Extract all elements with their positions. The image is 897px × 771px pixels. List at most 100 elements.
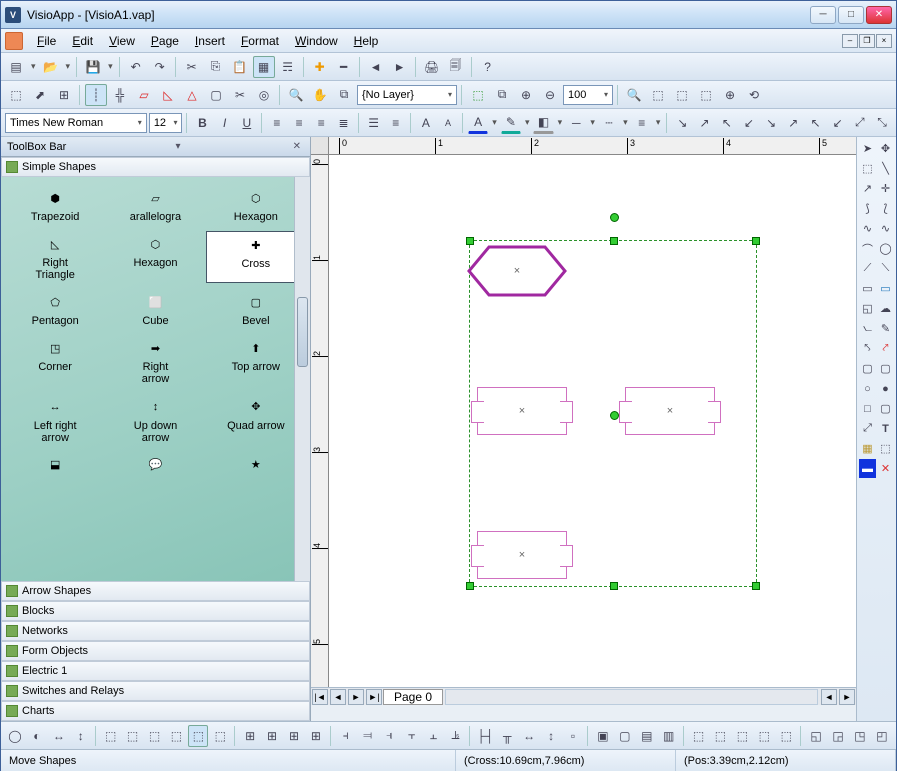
category-6[interactable]: Charts	[1, 701, 310, 721]
zoom-sel1[interactable]: ⬚	[647, 84, 669, 106]
bt1[interactable]: ◯	[5, 725, 25, 747]
fill-dropdown[interactable]: ▾	[556, 117, 565, 128]
rt-pointer[interactable]: ➤	[859, 139, 876, 158]
font-combo[interactable]: Times New Roman▾	[5, 113, 147, 133]
bt14[interactable]: ⊞	[306, 725, 326, 747]
undo-button[interactable]: ↶	[125, 56, 147, 78]
align-right[interactable]: ≡	[311, 112, 331, 134]
bwd[interactable]: ▥	[659, 725, 679, 747]
bt3[interactable]: ↔	[49, 725, 69, 747]
toolbox-close[interactable]: ✕	[290, 141, 304, 152]
bt12[interactable]: ⊞	[262, 725, 282, 747]
menu-insert[interactable]: Insert	[187, 32, 233, 50]
conn3[interactable]: ↖	[717, 112, 737, 134]
front[interactable]: ▣	[593, 725, 613, 747]
copy-button[interactable]: ⎘	[205, 56, 227, 78]
align-t[interactable]: ⫟	[402, 725, 422, 747]
category-5[interactable]: Switches and Relays	[1, 681, 310, 701]
crop-tool[interactable]: ✂	[229, 84, 251, 106]
shape-item-5[interactable]: ✚Cross	[206, 231, 306, 283]
rt-plus[interactable]: ✛	[877, 179, 894, 198]
bold-button[interactable]: B	[192, 112, 212, 134]
rt-image[interactable]: ▦	[859, 439, 876, 458]
toolbox-menu[interactable]: ▾	[172, 141, 183, 152]
rt-arrow[interactable]: ↗	[859, 179, 876, 198]
shape-process-3[interactable]: ×	[477, 531, 567, 579]
shape-item-1[interactable]: ▱arallelogra	[105, 185, 205, 225]
rt-curve2[interactable]: ⟅	[877, 199, 894, 218]
canvas-hscroll[interactable]	[445, 689, 818, 705]
align-m[interactable]: ⫠	[424, 725, 444, 747]
bt11[interactable]: ⊞	[240, 725, 260, 747]
sz3[interactable]: ◳	[850, 725, 870, 747]
zoom-sel2[interactable]: ⬚	[671, 84, 693, 106]
handle-ne[interactable]	[752, 237, 760, 245]
pointer-tool[interactable]: ⬈	[29, 84, 51, 106]
add-button[interactable]: ✚	[309, 56, 331, 78]
list-button[interactable]: ☰	[363, 112, 383, 134]
rotate-handle[interactable]	[610, 213, 619, 222]
mdi-minimize-button[interactable]: –	[842, 34, 858, 48]
rt-dim[interactable]: ⤢	[859, 419, 876, 438]
zoom-fit[interactable]: 🔍	[623, 84, 645, 106]
fill-button[interactable]: ◧	[533, 112, 553, 134]
hscroll-left[interactable]: ◄	[821, 689, 837, 705]
rt-lasso[interactable]: ⬚	[859, 159, 876, 178]
redo-button[interactable]: ↷	[149, 56, 171, 78]
open-dropdown[interactable]: ▾	[64, 61, 73, 72]
bt9[interactable]: ⬚	[188, 725, 208, 747]
save-button[interactable]: 💾	[82, 56, 104, 78]
conn4[interactable]: ↙	[739, 112, 759, 134]
rt-arc1[interactable]: ⌒	[859, 239, 876, 258]
page-first[interactable]: |◄	[312, 689, 328, 705]
category-1[interactable]: Blocks	[1, 601, 310, 621]
mdi-restore-button[interactable]: ❐	[859, 34, 875, 48]
bt4[interactable]: ↕	[71, 725, 91, 747]
center-handle[interactable]	[610, 411, 619, 420]
align-l[interactable]: ⫞	[336, 725, 356, 747]
align-b[interactable]: ⫡	[445, 725, 465, 747]
remove-button[interactable]: ━	[333, 56, 355, 78]
layer-add[interactable]: ⬚	[467, 84, 489, 106]
shape-item-10[interactable]: ➡Right arrow	[105, 335, 205, 387]
hscroll-right[interactable]: ►	[839, 689, 855, 705]
minimize-button[interactable]: ─	[810, 6, 836, 24]
highlight-button[interactable]: ✎	[501, 112, 521, 134]
highlight-dropdown[interactable]: ▾	[523, 117, 532, 128]
align-c[interactable]: ⫤	[358, 725, 378, 747]
conn8[interactable]: ↙	[828, 112, 848, 134]
align-justify[interactable]: ≣	[333, 112, 353, 134]
sz4[interactable]: ◰	[872, 725, 892, 747]
line-button[interactable]: ─	[566, 112, 586, 134]
category-0[interactable]: Arrow Shapes	[1, 581, 310, 601]
conn7[interactable]: ↖	[805, 112, 825, 134]
rt-line[interactable]: ╲	[877, 159, 894, 178]
rt-bez1[interactable]: ∿	[859, 219, 876, 238]
shape-item-9[interactable]: ◳Corner	[5, 335, 105, 387]
italic-button[interactable]: I	[215, 112, 235, 134]
rt-rsquare[interactable]: ▢	[877, 399, 894, 418]
properties-button[interactable]: ☴	[277, 56, 299, 78]
rt-close2[interactable]: ✕	[877, 459, 894, 478]
zoom-reset[interactable]: ⟲	[743, 84, 765, 106]
grp3[interactable]: ⬚	[732, 725, 752, 747]
sz2[interactable]: ◲	[828, 725, 848, 747]
align-center[interactable]: ≡	[289, 112, 309, 134]
conn1[interactable]: ↘	[672, 112, 692, 134]
same-w[interactable]: ↔	[519, 725, 539, 747]
menu-format[interactable]: Format	[233, 32, 287, 50]
cut-button[interactable]: ✂	[181, 56, 203, 78]
same-h[interactable]: ↕	[541, 725, 561, 747]
shape3-tool[interactable]: △	[181, 84, 203, 106]
font-shrink[interactable]: A	[438, 112, 458, 134]
rt-fill2[interactable]: ▬	[859, 459, 876, 478]
rt-ell2[interactable]: ○	[859, 379, 876, 398]
menu-window[interactable]: Window	[287, 32, 346, 50]
rt-callout2[interactable]: ☁	[877, 299, 894, 318]
handle-n[interactable]	[610, 237, 618, 245]
scrollbar-thumb[interactable]	[297, 297, 308, 367]
conn10[interactable]: ⤡	[872, 112, 892, 134]
bt7[interactable]: ⬚	[145, 725, 165, 747]
maximize-button[interactable]: □	[838, 6, 864, 24]
select-tool[interactable]: ⬚	[5, 84, 27, 106]
